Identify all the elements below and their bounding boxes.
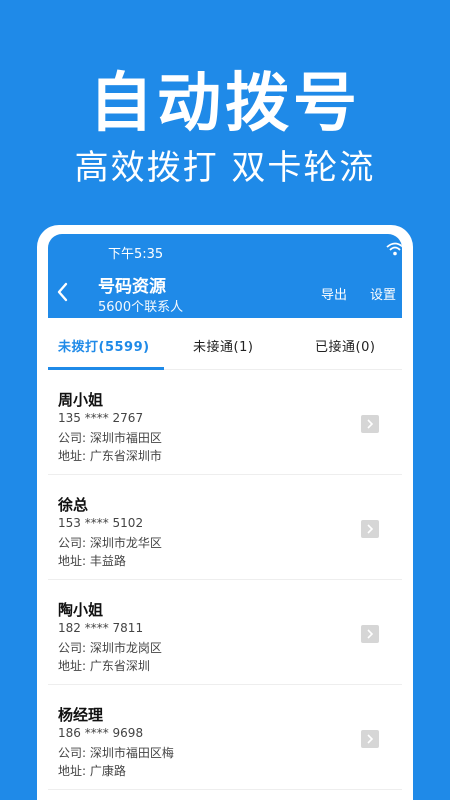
contact-name: 周小姐	[58, 391, 104, 409]
promo-title: 自动拨号	[89, 67, 361, 141]
tab-connected[interactable]: 已接通(0)	[315, 336, 375, 355]
active-tab-indicator	[48, 367, 164, 370]
contact-address: 地址: 广东省深圳市	[58, 449, 162, 463]
contact-detail-button[interactable]	[361, 730, 379, 748]
contact-detail-button[interactable]	[361, 625, 379, 643]
contact-count: 5600个联系人	[98, 300, 184, 315]
contact-name: 徐总	[58, 496, 89, 514]
contact-phone: 186 **** 9698	[58, 726, 144, 740]
chevron-right-icon	[367, 629, 374, 639]
contact-company: 公司: 深圳市福田区	[58, 431, 162, 445]
app-header: 下午5:35 号码资源 5600个联系人 导出 设置	[48, 234, 402, 318]
export-button[interactable]: 导出	[321, 284, 347, 303]
tab-bar: 未拨打(5599) 未接通(1) 已接通(0)	[48, 318, 402, 370]
contact-address: 地址: 广康路	[58, 764, 126, 778]
contact-detail-button[interactable]	[361, 520, 379, 538]
contact-name: 杨经理	[58, 706, 104, 724]
contact-address: 地址: 广东省深圳	[58, 659, 150, 673]
tab-not-connected[interactable]: 未接通(1)	[193, 336, 253, 355]
chevron-right-icon	[367, 419, 374, 429]
contact-company: 公司: 深圳市福田区梅	[58, 746, 174, 760]
contact-item[interactable]: 周小姐 135 **** 2767 公司: 深圳市福田区 地址: 广东省深圳市	[48, 371, 402, 475]
contact-phone: 135 **** 2767	[58, 411, 144, 425]
contact-phone: 182 **** 7811	[58, 621, 144, 635]
back-icon[interactable]	[56, 282, 70, 302]
contact-address: 地址: 丰益路	[58, 554, 126, 568]
contact-item[interactable]: 徐总 153 **** 5102 公司: 深圳市龙华区 地址: 丰益路	[48, 476, 402, 580]
promo-subtitle: 高效拨打 双卡轮流	[74, 148, 376, 188]
page-title: 号码资源	[98, 277, 166, 297]
contact-item[interactable]: 杨经理 186 **** 9698 公司: 深圳市福田区梅 地址: 广康路	[48, 686, 402, 790]
contact-company: 公司: 深圳市龙岗区	[58, 641, 162, 655]
contact-detail-button[interactable]	[361, 415, 379, 433]
contact-company: 公司: 深圳市龙华区	[58, 536, 162, 550]
contact-phone: 153 **** 5102	[58, 516, 144, 530]
settings-button[interactable]: 设置	[370, 284, 396, 303]
chevron-right-icon	[367, 734, 374, 744]
wifi-icon	[386, 242, 402, 256]
tab-not-dialed[interactable]: 未拨打(5599)	[58, 336, 150, 355]
phone-screen: 下午5:35 号码资源 5600个联系人 导出 设置 未拨打(5599) 未接通…	[48, 234, 402, 800]
contact-name: 陶小姐	[58, 601, 104, 619]
contact-item[interactable]: 陶小姐 182 **** 7811 公司: 深圳市龙岗区 地址: 广东省深圳	[48, 581, 402, 685]
status-time: 下午5:35	[108, 247, 164, 262]
chevron-right-icon	[367, 524, 374, 534]
